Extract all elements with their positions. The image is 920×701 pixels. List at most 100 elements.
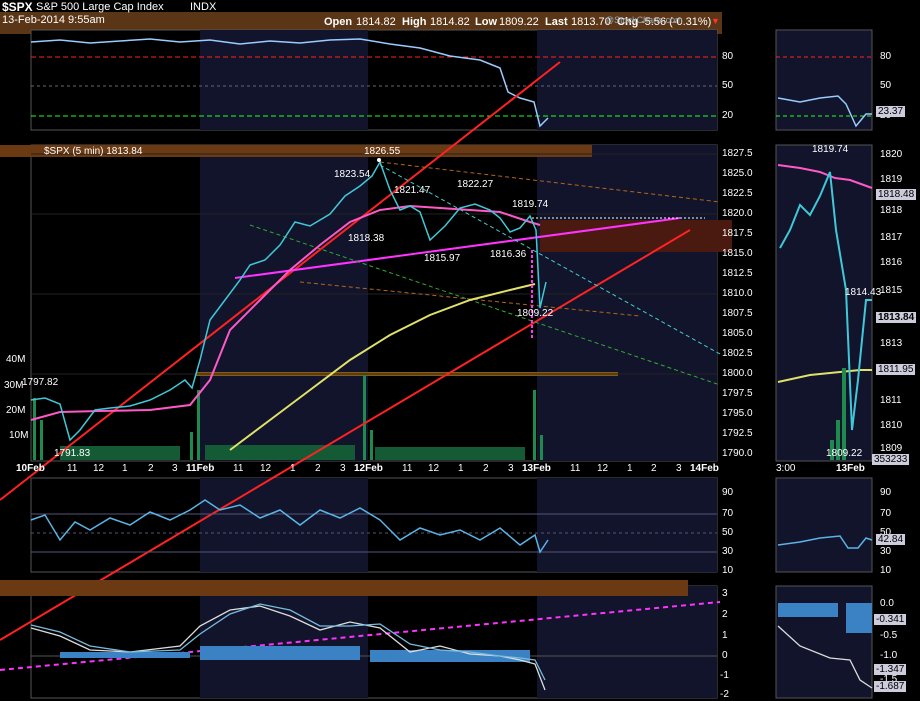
macd-band [0,580,688,596]
r-last-label: 1813.84 [876,312,917,323]
rsi2-tick: 70 [722,508,734,519]
price-tick: 1802.5 [722,348,753,359]
vol-20m: 20M [6,405,26,416]
x-label: 1 [627,463,633,474]
r-ema2-label: 1811.95 [876,364,916,375]
r-rsi2-tick: 30 [880,546,892,557]
x-label: 3 [676,463,682,474]
ann-low: 1809.22 [517,308,554,319]
price-tick: 1790.0 [722,448,753,459]
r-macd-value: -0.341 [874,614,907,625]
x-label: 11Feb [186,463,215,474]
x-label: 1 [458,463,464,474]
ann-1816: 1816.36 [490,249,527,260]
right-price-panel [775,144,873,462]
price-tick: 1815.0 [722,248,753,259]
price-tick: 1817.5 [722,228,753,239]
r-price-tick: 1820 [880,149,903,160]
r-vol-label: 353233 [872,454,910,465]
r-price-tick: 1818 [880,205,903,216]
macd-tick: 0 [722,650,728,661]
vol-10m: 10M [9,430,29,441]
price-tick: 1825.0 [722,168,753,179]
price-tick: 1810.0 [722,288,753,299]
x-label: 14Feb [690,463,719,474]
x-label: 11 [67,463,78,474]
x-label: 13Feb [522,463,551,474]
r-price-tick: 1817 [880,232,903,243]
r-peak-label: 1814.43 [845,287,882,298]
x-label: 12Feb [354,463,383,474]
price-tick: 1820.0 [722,208,753,219]
r-rsi2-tick: 10 [880,565,892,576]
rsi2-tick: 10 [722,565,734,576]
r-x-label: 3:00 [776,463,796,474]
chart-canvas [0,29,873,699]
ann-1821: 1821.47 [394,185,431,196]
x-label: 3 [508,463,514,474]
rsi-tick-80: 80 [722,51,734,62]
x-label: 12 [597,463,609,474]
price-tick: 1795.0 [722,408,753,419]
ann-1791: 1791.83 [54,448,91,459]
price-tick: 1805.0 [722,328,753,339]
x-label: 12 [428,463,440,474]
rsi2-tick: 50 [722,527,734,538]
x-label: 2 [483,463,489,474]
vol-30m: 30M [4,380,24,391]
right-rsi-panel [775,29,873,131]
x-label: 12 [93,463,105,474]
ann-1818: 1818.38 [348,233,385,244]
x-label: 3 [172,463,178,474]
rsi-tick-50: 50 [722,80,734,91]
x-label: 2 [148,463,154,474]
r-rsi2-tick: 90 [880,487,892,498]
x-label: 3 [340,463,346,474]
price-tick: 1807.5 [722,308,753,319]
x-label: 10Feb [16,463,45,474]
r-high-label: 1819.74 [812,144,849,155]
r-macd-tick: -1.0 [880,650,898,661]
r-macd-tick: 0.0 [880,598,894,609]
r-rsi-value: 23.37 [876,106,906,117]
ann-high: 1826.55 [364,146,401,157]
x-label: 11 [402,463,413,474]
right-macd-panel [775,585,873,699]
macd-tick: 1 [722,630,728,641]
r-price-tick: 1815 [880,285,903,296]
ann-1822: 1822.27 [457,179,494,190]
r-price-tick: 1813 [880,338,903,349]
r-rsi-tick: 50 [880,80,892,91]
ann-1823: 1823.54 [334,169,371,180]
r-macd-value: -1.347 [874,664,907,675]
vol-40m: 40M [6,354,26,365]
r-price-tick: 1816 [880,257,903,268]
x-label: 12 [260,463,272,474]
ann-1815: 1815.97 [424,253,461,264]
price-tick: 1822.5 [722,188,753,199]
rsi-tick-20: 20 [722,110,734,121]
macd-tick: 3 [722,588,728,599]
r-price-tick: 1810 [880,420,903,431]
ann-1797: 1797.82 [22,377,59,388]
r-macd-tick: -0.5 [880,630,898,641]
price-tick: 1797.5 [722,388,753,399]
macd-tick: -1 [720,670,729,681]
x-label: 11 [233,463,244,474]
r-macd-value: -1.687 [874,681,907,692]
rsi2-tick: 30 [722,546,734,557]
r-rsi2-value: 42.84 [876,534,906,545]
r-low-label: 1809.22 [826,448,863,459]
price-legend: $SPX (5 min) 1813.84 [44,146,143,157]
x-label: 1 [122,463,128,474]
r-price-tick: 1811 [880,395,902,406]
macd-tick: -2 [720,689,729,700]
right-rsi2-panel [775,477,873,573]
x-label: 2 [651,463,657,474]
macd-tick: 2 [722,609,728,620]
price-tick: 1800.0 [722,368,753,379]
price-tick: 1827.5 [722,148,753,159]
r-price-tick: 1819 [880,174,903,185]
rsi2-tick: 90 [722,487,734,498]
r-ema-label: 1818.48 [876,189,917,200]
